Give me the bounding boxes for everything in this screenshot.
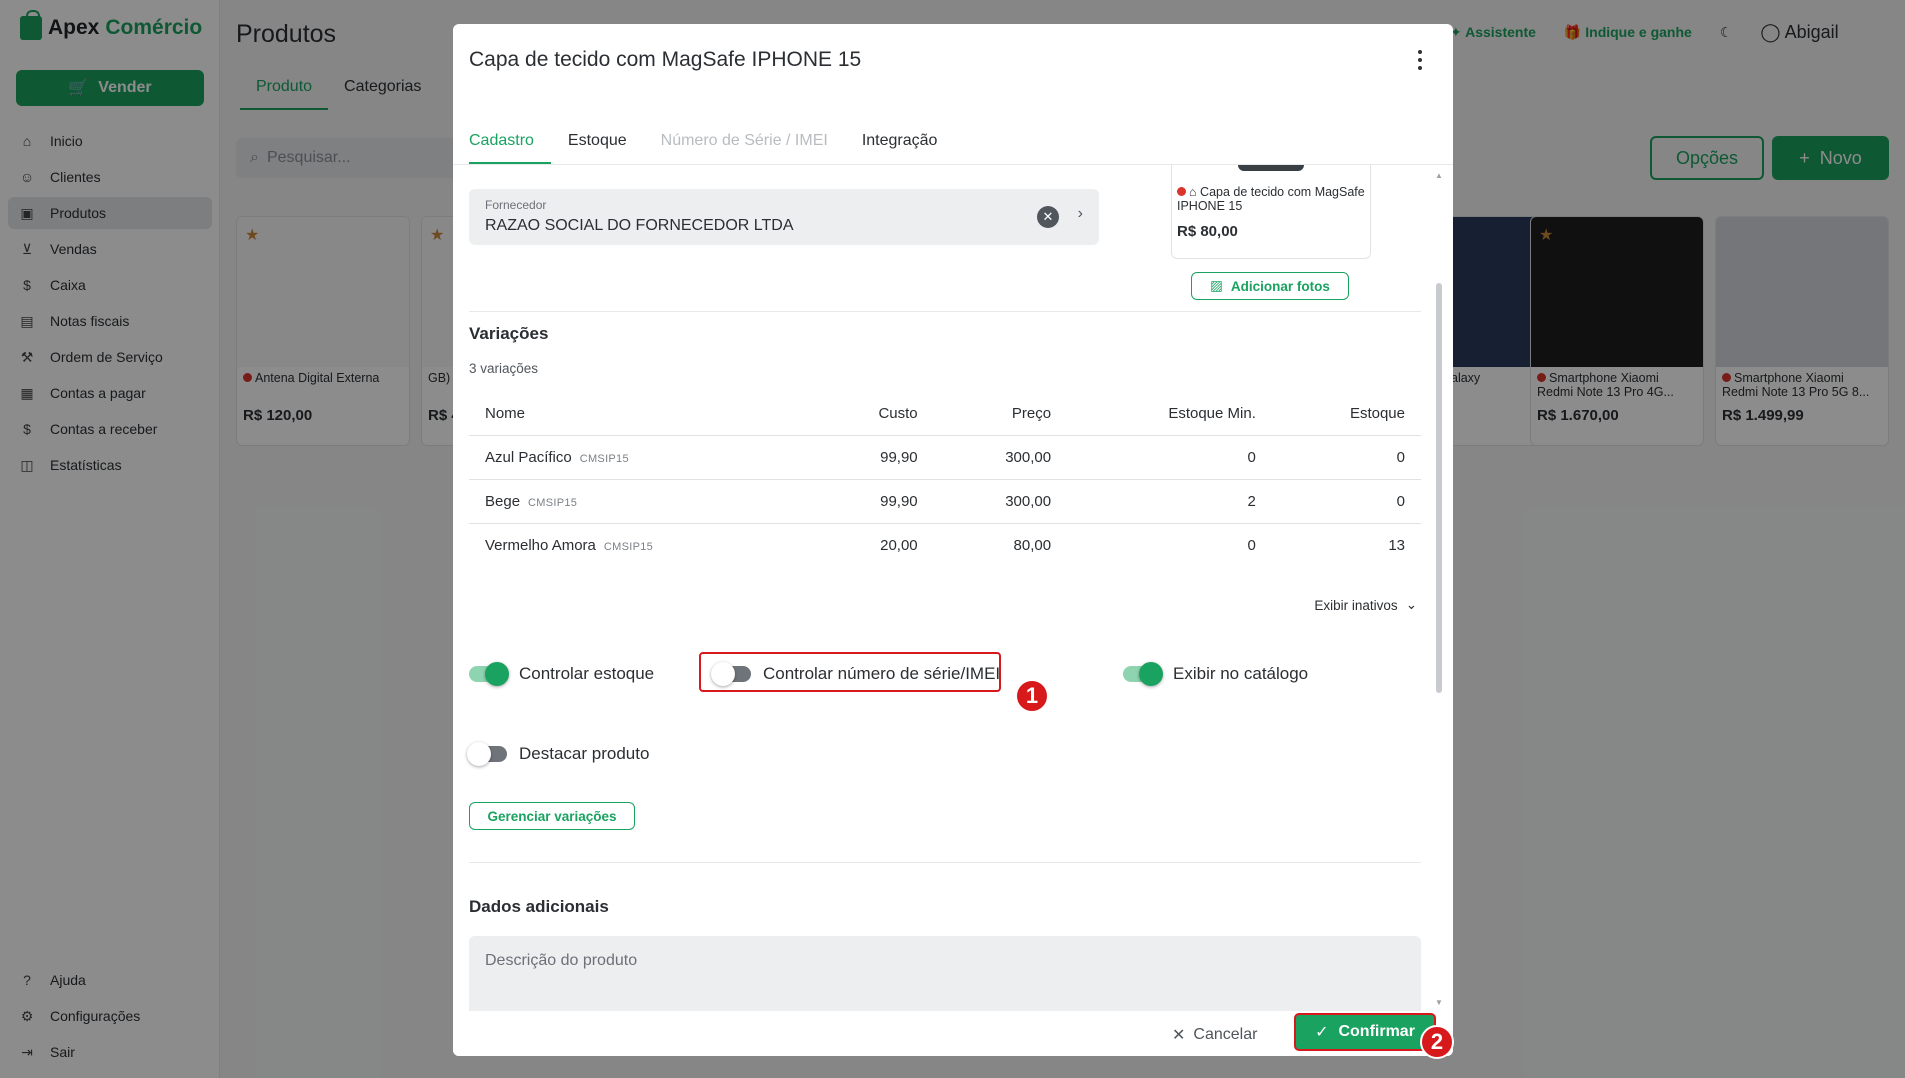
- control-serial-label: Controlar número de série/IMEI: [763, 664, 1001, 683]
- product-preview-card: ⌂ Capa de tecido com MagSafe IPHONE 15 R…: [1171, 165, 1371, 259]
- preview-name: Capa de tecido com MagSafe IPHONE 15: [1177, 185, 1365, 213]
- tab-serial-imei: Número de Série / IMEI: [660, 132, 828, 149]
- chevron-right-icon[interactable]: ›: [1078, 205, 1083, 223]
- show-catalog-label: Exibir no catálogo: [1173, 664, 1309, 683]
- dialog-tabs: Cadastro Estoque Número de Série / IMEI …: [469, 108, 954, 164]
- add-photos-label: Adicionar fotos: [1230, 278, 1330, 294]
- tab-cadastro[interactable]: Cadastro: [469, 108, 551, 164]
- confirm-label: Confirmar: [1338, 1023, 1415, 1040]
- preview-image: [1238, 165, 1304, 171]
- supplier-value: RAZAO SOCIAL DO FORNECEDOR LTDA: [485, 217, 794, 234]
- alert-dot-icon: [1177, 187, 1186, 196]
- divider: [469, 862, 1421, 863]
- col-min-stock: Estoque Min.: [1067, 393, 1272, 436]
- clear-icon[interactable]: ✕: [1037, 206, 1059, 228]
- variation-cost: 99,90: [811, 479, 934, 524]
- variation-price: 300,00: [933, 479, 1068, 524]
- product-edit-dialog: Capa de tecido com MagSafe IPHONE 15 Cad…: [453, 24, 1453, 1056]
- highlight-product-label: Destacar produto: [519, 744, 650, 763]
- cancel-button[interactable]: ✕ Cancelar: [1172, 1025, 1257, 1045]
- step-marker-1: 1: [1015, 679, 1049, 713]
- supplier-label: Fornecedor: [485, 198, 547, 212]
- chevron-down-icon: ⌄: [1405, 597, 1417, 612]
- highlight-product-switch[interactable]: [467, 742, 507, 766]
- variation-cost: 20,00: [880, 536, 918, 554]
- additional-data-title: Dados adicionais: [469, 897, 609, 916]
- lock-icon: ⌂: [1189, 185, 1197, 199]
- cancel-label: Cancelar: [1193, 1026, 1258, 1043]
- highlight-product-toggle[interactable]: Destacar produto: [467, 742, 650, 766]
- add-photos-button[interactable]: ▨ Adicionar fotos: [1191, 272, 1349, 300]
- col-cost: Custo: [811, 393, 934, 436]
- variation-price: 80,00: [1013, 536, 1052, 554]
- scroll-down-icon[interactable]: ▼: [1435, 998, 1443, 1007]
- control-serial-switch[interactable]: [711, 662, 751, 686]
- preview-price: R$ 80,00: [1177, 223, 1238, 240]
- description-placeholder: Descrição do produto: [485, 952, 638, 969]
- variation-stock: 13: [1388, 536, 1405, 554]
- show-catalog-switch[interactable]: [1123, 662, 1163, 686]
- control-stock-toggle[interactable]: Controlar estoque: [469, 662, 655, 686]
- control-stock-label: Controlar estoque: [519, 664, 655, 683]
- more-options-icon[interactable]: [1417, 50, 1423, 70]
- table-row[interactable]: Bege CMSIP15 99,90 300,00 2 0: [469, 479, 1421, 524]
- tab-estoque[interactable]: Estoque: [551, 108, 644, 164]
- table-row[interactable]: Vermelho Amora CMSIP15 20,00 80,00 0 13: [469, 523, 1421, 567]
- image-icon: ▨: [1210, 278, 1223, 293]
- confirm-button[interactable]: ✓ Confirmar: [1294, 1013, 1436, 1051]
- variations-count: 3 variações: [469, 361, 539, 376]
- variation-name: Vermelho Amora: [485, 536, 596, 554]
- variations-table: Nome Custo Preço Estoque Min. Estoque Az…: [469, 393, 1421, 567]
- show-catalog-toggle[interactable]: Exibir no catálogo: [1123, 662, 1309, 686]
- col-price: Preço: [933, 393, 1068, 436]
- table-header-row: Nome Custo Preço Estoque Min. Estoque: [469, 393, 1421, 436]
- show-inactive-label: Exibir inativos: [1314, 597, 1398, 613]
- tab-integracao[interactable]: Integração: [845, 108, 955, 164]
- check-icon: ✓: [1315, 1024, 1329, 1041]
- variation-price: 300,00: [933, 435, 1068, 480]
- scrollbar[interactable]: ▲ ▼: [1435, 171, 1443, 1007]
- col-stock: Estoque: [1271, 393, 1421, 436]
- dialog-body: ▲ ▼ Fornecedor RAZAO SOCIAL DO FORNECEDO…: [453, 165, 1453, 1011]
- close-icon: ✕: [1172, 1027, 1186, 1044]
- variation-sku: CMSIP15: [603, 540, 654, 553]
- scroll-up-icon[interactable]: ▲: [1435, 171, 1443, 180]
- control-stock-switch[interactable]: [469, 662, 509, 686]
- variation-name: Azul Pacífico: [485, 448, 572, 466]
- variation-sku: CMSIP15: [579, 452, 629, 465]
- variation-stock: 0: [1271, 435, 1421, 480]
- col-name: Nome: [469, 393, 812, 436]
- supplier-field[interactable]: Fornecedor RAZAO SOCIAL DO FORNECEDOR LT…: [469, 189, 1099, 245]
- manage-variations-button[interactable]: Gerenciar variações: [469, 802, 635, 830]
- show-inactive-toggle[interactable]: Exibir inativos ⌄: [1314, 597, 1417, 613]
- variation-name: Bege: [485, 492, 521, 510]
- variation-stock: 0: [1271, 479, 1421, 524]
- variation-min-stock: 2: [1067, 479, 1272, 524]
- variation-sku: CMSIP15: [528, 496, 578, 509]
- variation-min-stock: 0: [1067, 435, 1272, 480]
- step-marker-2: 2: [1420, 1025, 1454, 1059]
- variation-cost: 99,90: [811, 435, 934, 480]
- scrollbar-thumb[interactable]: [1436, 283, 1442, 693]
- description-input[interactable]: Descrição do produto: [469, 936, 1421, 1011]
- variation-min-stock: 0: [1247, 536, 1256, 554]
- dialog-footer: ✕ Cancelar ✓ Confirmar: [453, 1011, 1453, 1056]
- variations-title: Variações: [469, 324, 549, 343]
- divider: [469, 311, 1421, 312]
- control-serial-toggle[interactable]: Controlar número de série/IMEI: [711, 662, 1001, 686]
- dialog-title: Capa de tecido com MagSafe IPHONE 15: [469, 48, 862, 71]
- table-row[interactable]: Azul Pacífico CMSIP15 99,90 300,00 0 0: [469, 435, 1421, 480]
